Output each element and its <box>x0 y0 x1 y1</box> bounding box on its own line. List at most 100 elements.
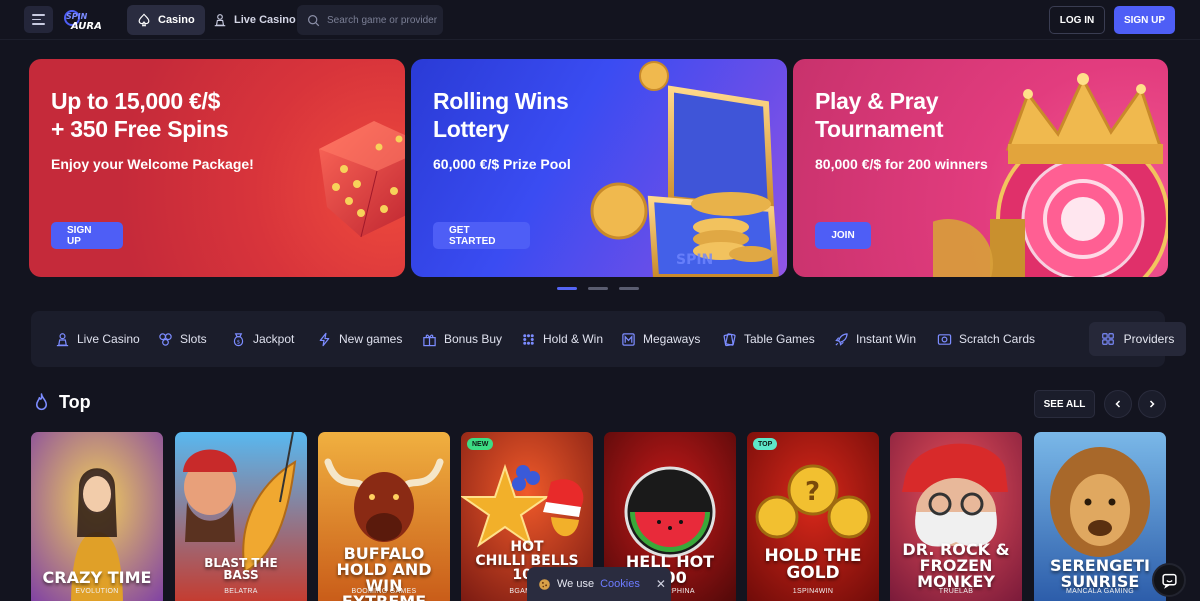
cookie-icon <box>539 578 550 590</box>
category-label: New games <box>339 332 403 346</box>
signup-button[interactable]: SIGN UP <box>1114 6 1175 34</box>
category-label: Bonus Buy <box>444 332 503 346</box>
category-jackpot[interactable]: $ Jackpot <box>231 311 294 367</box>
top-badge: TOP <box>753 438 778 450</box>
banner-subtitle: 60,000 €/$ Prize Pool <box>433 156 571 172</box>
category-instant-win[interactable]: Instant Win <box>834 311 916 367</box>
banner-get-started-button[interactable]: GET STARTED <box>433 222 530 249</box>
spade-icon <box>138 13 150 27</box>
live-dealer-icon <box>56 332 69 346</box>
category-label: Scratch Cards <box>959 332 1036 346</box>
category-label: Hold & Win <box>543 332 604 346</box>
game-card[interactable]: CRAZY TIME EVOLUTION <box>31 432 163 601</box>
game-title: HOLD THE GOLD <box>764 546 862 583</box>
game-title: BLAST THE BASS <box>204 556 278 582</box>
welcome-package-banner[interactable]: Up to 15,000 €/$ + 350 Free Spins Enjoy … <box>29 59 405 277</box>
category-bar: Live Casino Slots $ Jackpot New games Bo… <box>31 311 1186 367</box>
search-input[interactable] <box>327 14 439 26</box>
category-bonus-buy[interactable]: Bonus Buy <box>422 311 502 367</box>
game-title: CRAZY TIME <box>42 568 152 587</box>
game-provider: EVOLUTION <box>75 588 119 595</box>
top-section-heading: Top <box>33 392 91 413</box>
svg-text:?: ? <box>805 477 820 507</box>
play-and-pray-tournament-banner[interactable]: Play & Pray Tournament 80,000 €/$ for 20… <box>793 59 1168 277</box>
category-label: Megaways <box>643 332 701 346</box>
carousel-next-button[interactable] <box>1138 390 1166 418</box>
game-card[interactable]: BUFFALO HOLD AND WIN EXTREME BOOMING GAM… <box>318 432 450 601</box>
lightning-icon <box>319 332 330 346</box>
login-button[interactable]: LOG IN <box>1049 6 1105 34</box>
game-title: SERENGETI SUNRISE <box>1049 556 1151 591</box>
game-card[interactable]: BLAST THE BASS BELATRA <box>175 432 307 601</box>
slots-icon <box>159 332 172 346</box>
category-slots[interactable]: Slots <box>158 311 207 367</box>
gift-icon <box>423 334 436 346</box>
svg-text:$: $ <box>237 339 241 345</box>
tab-casino[interactable]: Casino <box>127 5 205 35</box>
carousel-dot[interactable] <box>588 287 608 290</box>
spin-aura-logo[interactable]: SPIN AURA <box>62 7 112 33</box>
category-scratch-cards[interactable]: Scratch Cards <box>937 311 1035 367</box>
banner-join-button[interactable]: JOIN <box>815 222 871 249</box>
banner-subtitle: 80,000 €/$ for 200 winners <box>815 156 988 172</box>
grid-dots-icon <box>523 333 534 345</box>
search-icon <box>308 14 320 26</box>
dice-illustration <box>319 121 405 238</box>
rolling-wins-lottery-banner[interactable]: SPIN Rolling Wins Lottery 60,000 €/$ Pri… <box>411 59 787 277</box>
category-megaways[interactable]: Megaways <box>621 311 700 367</box>
game-provider: 1SPIN4WIN <box>792 588 834 595</box>
top-header: SPIN AURA Casino Live Casino LOG IN SIGN… <box>0 0 1200 40</box>
carousel-pagination <box>557 287 639 290</box>
tab-casino-label: Casino <box>158 14 195 26</box>
search-box[interactable] <box>297 5 443 35</box>
carousel-dot[interactable] <box>557 287 577 290</box>
cookie-text: We use <box>557 578 595 590</box>
carousel-dot[interactable] <box>619 287 639 290</box>
category-label: Jackpot <box>253 332 295 346</box>
providers-button[interactable]: Providers <box>1089 322 1186 356</box>
category-label: Live Casino <box>77 332 140 346</box>
game-provider: BELATRA <box>224 588 258 595</box>
svg-text:SPIN: SPIN <box>676 252 713 268</box>
cookies-link[interactable]: Cookies <box>600 578 640 590</box>
banner-signup-button[interactable]: SIGN UP <box>51 222 123 249</box>
hamburger-menu-button[interactable] <box>24 6 53 33</box>
category-label: Slots <box>180 332 207 346</box>
support-chat-button[interactable] <box>1152 563 1186 597</box>
category-hold-and-win[interactable]: Hold & Win <box>521 311 603 367</box>
tab-live-casino-label: Live Casino <box>234 14 296 26</box>
new-badge: NEW <box>467 438 494 450</box>
see-all-button[interactable]: SEE ALL <box>1034 390 1095 418</box>
game-card[interactable]: SERENGETI SUNRISE MANCALA GAMING <box>1034 432 1166 601</box>
category-table-games[interactable]: Table Games <box>722 311 815 367</box>
chevron-right-icon <box>1149 400 1155 408</box>
game-provider: MANCALA GAMING <box>1066 588 1134 595</box>
chevron-left-icon <box>1115 400 1121 408</box>
rocket-icon <box>835 332 848 346</box>
cookie-close-button[interactable]: ✕ <box>656 577 666 591</box>
svg-text:SPIN: SPIN <box>66 12 88 21</box>
banner-title: Play & Pray Tournament <box>815 88 944 142</box>
category-label: Instant Win <box>856 332 917 346</box>
carousel-prev-button[interactable] <box>1104 390 1132 418</box>
game-card[interactable]: ? TOP HOLD THE GOLD 1SPIN4WIN <box>747 432 879 601</box>
cookie-notice: We use Cookies ✕ <box>527 567 671 601</box>
live-dealer-icon <box>214 14 226 27</box>
banner-title: Up to 15,000 €/$ + 350 Free Spins <box>51 88 229 142</box>
megaways-icon <box>622 332 635 346</box>
category-live-casino[interactable]: Live Casino <box>55 311 140 367</box>
game-card[interactable]: DR. ROCK & FROZEN MONKEY TRUELAB <box>890 432 1022 601</box>
game-provider: TRUELAB <box>938 588 974 595</box>
scratch-card-icon <box>937 333 952 345</box>
cards-icon <box>723 332 736 346</box>
banner-title: Rolling Wins Lottery <box>433 88 569 142</box>
fire-icon <box>35 393 48 411</box>
category-label: Table Games <box>744 332 815 346</box>
category-new-games[interactable]: New games <box>317 311 402 367</box>
providers-grid-icon <box>1101 333 1114 345</box>
game-title: DR. ROCK & FROZEN MONKEY <box>902 540 1010 591</box>
section-title: Top <box>59 392 91 412</box>
banner-subtitle: Enjoy your Welcome Package! <box>51 156 254 172</box>
tab-live-casino[interactable]: Live Casino <box>203 5 306 35</box>
jackpot-bag-icon: $ <box>233 332 244 346</box>
